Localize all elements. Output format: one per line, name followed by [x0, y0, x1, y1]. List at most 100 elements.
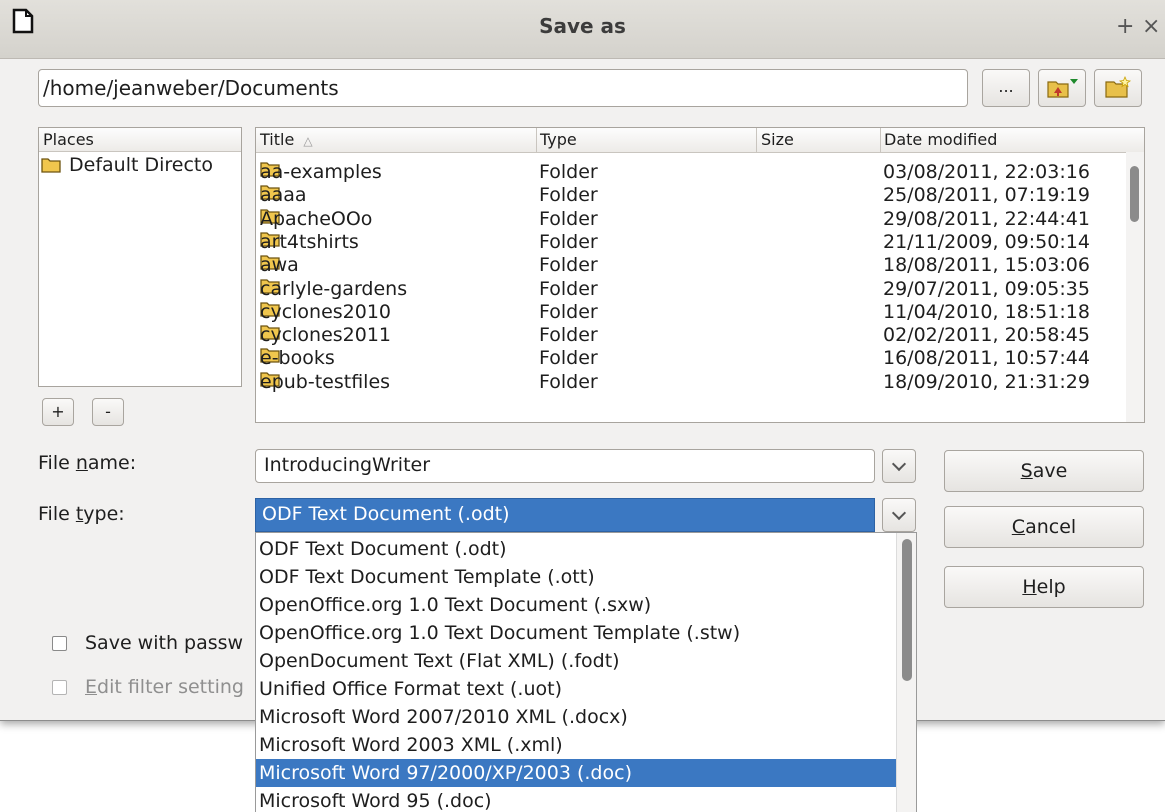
scrollbar-thumb[interactable]	[1130, 166, 1139, 222]
file-row[interactable]: art4tshirts Folder 21/11/2009, 09:50:14	[256, 231, 1126, 254]
edit-filter-settings-option[interactable]: Edit filter setting	[52, 676, 244, 698]
file-list-header: Title △ Type Size Date modified	[256, 128, 1144, 153]
file-row[interactable]: aaaa Folder 25/08/2011, 07:19:19	[256, 184, 1126, 207]
file-row[interactable]: epub-testfiles Folder 18/09/2010, 21:31:29	[256, 371, 1126, 394]
file-type-option[interactable]: Microsoft Word 2007/2010 XML (.docx)	[256, 703, 896, 731]
cancel-button[interactable]: Cancel	[944, 506, 1144, 548]
file-type: Folder	[539, 370, 598, 393]
column-type[interactable]: Type	[540, 130, 577, 152]
dialog-title: Save as	[539, 14, 626, 38]
file-row[interactable]: cyclones2010 Folder 11/04/2010, 18:51:18	[256, 301, 1126, 324]
place-label: Default Directo	[69, 154, 213, 176]
file-title: e-books	[260, 347, 335, 370]
edit-filter-settings-label: Edit filter setting	[85, 676, 244, 698]
parent-folder-button[interactable]	[1038, 69, 1086, 107]
file-type-dropdown-list: ODF Text Document (.odt) ODF Text Documen…	[255, 532, 917, 812]
file-row[interactable]: carlyle-gardens Folder 29/07/2011, 09:05:3…	[256, 278, 1126, 301]
file-list-scrollbar[interactable]	[1126, 152, 1144, 422]
chevron-down-icon	[891, 505, 907, 521]
add-place-button[interactable]: +	[42, 398, 74, 426]
places-panel: Places Default Directo	[38, 127, 242, 387]
file-list: Title △ Type Size Date modified aa-examp…	[255, 127, 1145, 423]
file-title: carlyle-gardens	[260, 277, 408, 300]
place-default-directory[interactable]: Default Directo	[39, 152, 241, 178]
title-bar: Save as + ×	[0, 0, 1165, 59]
column-separator[interactable]	[880, 128, 881, 152]
column-title-label: Title	[260, 130, 295, 149]
file-date-modified: 16/08/2011, 10:57:44	[883, 347, 1090, 370]
chevron-down-icon	[891, 456, 907, 472]
file-type-option[interactable]: ODF Text Document (.odt)	[256, 535, 896, 563]
file-date-modified: 18/08/2011, 15:03:06	[883, 254, 1090, 277]
file-title: aaaa	[260, 184, 307, 207]
file-row[interactable]: awa Folder 18/08/2011, 15:03:06	[256, 254, 1126, 277]
save-with-password-option[interactable]: Save with passw	[52, 632, 243, 654]
new-folder-icon	[1105, 75, 1132, 98]
file-row[interactable]: cyclones2011 Folder 02/02/2011, 20:58:45	[256, 324, 1126, 347]
file-name-label: File name:	[38, 452, 137, 474]
file-type-option[interactable]: Microsoft Word 95 (.doc)	[256, 787, 896, 812]
file-date-modified: 03/08/2011, 22:03:16	[883, 161, 1090, 183]
file-type-option[interactable]: Microsoft Word 2003 XML (.xml)	[256, 731, 896, 759]
file-type-option[interactable]: OpenOffice.org 1.0 Text Document Templat…	[256, 619, 896, 647]
browse-path-button[interactable]: ...	[982, 69, 1030, 107]
column-title[interactable]: Title △	[260, 130, 313, 152]
file-date-modified: 21/11/2009, 09:50:14	[883, 230, 1090, 253]
column-separator[interactable]	[756, 128, 757, 152]
file-title: aa-examples	[260, 161, 382, 183]
scrollbar-thumb[interactable]	[902, 539, 912, 681]
file-type-select[interactable]: ODF Text Document (.odt)	[255, 498, 875, 532]
places-header: Places	[39, 128, 241, 152]
path-input[interactable]: /home/jeanweber/Documents	[38, 69, 968, 107]
new-folder-button[interactable]	[1094, 69, 1142, 107]
edit-filter-settings-checkbox[interactable]	[52, 679, 67, 695]
file-name-input[interactable]: IntroducingWriter	[255, 449, 875, 483]
column-size[interactable]: Size	[761, 130, 794, 152]
file-type-option[interactable]: Unified Office Format text (.uot)	[256, 675, 896, 703]
file-date-modified: 18/09/2010, 21:31:29	[883, 370, 1090, 393]
column-date-modified[interactable]: Date modified	[884, 130, 997, 152]
file-date-modified: 25/08/2011, 07:19:19	[883, 184, 1090, 207]
file-type: Folder	[539, 277, 598, 300]
sort-ascending-icon: △	[303, 134, 313, 148]
file-row[interactable]: aa-examples Folder 03/08/2011, 22:03:16	[256, 161, 1126, 184]
file-row[interactable]: ApacheOOo Folder 29/08/2011, 22:44:41	[256, 208, 1126, 231]
file-type: Folder	[539, 254, 598, 277]
save-with-password-label: Save with passw	[85, 632, 244, 654]
file-title: awa	[260, 254, 299, 277]
file-type: Folder	[539, 161, 598, 183]
help-button[interactable]: Help	[944, 566, 1144, 608]
remove-place-button[interactable]: -	[92, 398, 124, 426]
file-row[interactable]: e-books Folder 16/08/2011, 10:57:44	[256, 347, 1126, 370]
column-separator[interactable]	[536, 128, 537, 152]
file-type: Folder	[539, 230, 598, 253]
folder-icon	[41, 158, 61, 173]
file-type-dropdown-button[interactable]	[882, 498, 916, 532]
file-type: Folder	[539, 184, 598, 207]
file-name-dropdown-button[interactable]	[882, 449, 916, 483]
file-type: Folder	[539, 300, 598, 323]
pin-button[interactable]: +	[1116, 14, 1134, 39]
file-type-option[interactable]: ODF Text Document Template (.ott)	[256, 563, 896, 591]
file-title: cyclones2011	[260, 324, 392, 347]
file-type: Folder	[539, 347, 598, 370]
file-type-label: File type:	[38, 503, 125, 525]
save-with-password-checkbox[interactable]	[52, 635, 67, 651]
dropdown-scrollbar[interactable]	[896, 533, 916, 812]
file-type: Folder	[539, 324, 598, 347]
file-type-option[interactable]: Microsoft Word 97/2000/XP/2003 (.doc)	[256, 759, 896, 787]
file-title: ApacheOOo	[260, 207, 373, 230]
file-title: art4tshirts	[260, 230, 359, 253]
file-date-modified: 11/04/2010, 18:51:18	[883, 300, 1090, 323]
close-button[interactable]: ×	[1142, 14, 1160, 39]
save-button[interactable]: Save	[944, 450, 1144, 492]
file-type: Folder	[539, 207, 598, 230]
file-date-modified: 29/08/2011, 22:44:41	[883, 207, 1090, 230]
file-title: cyclones2010	[260, 300, 392, 323]
file-type-option[interactable]: OpenOffice.org 1.0 Text Document (.sxw)	[256, 591, 896, 619]
file-title: epub-testfiles	[260, 370, 391, 393]
file-date-modified: 02/02/2011, 20:58:45	[883, 324, 1090, 347]
folder-up-icon	[1047, 79, 1078, 98]
file-date-modified: 29/07/2011, 09:05:35	[883, 277, 1090, 300]
file-type-option[interactable]: OpenDocument Text (Flat XML) (.fodt)	[256, 647, 896, 675]
